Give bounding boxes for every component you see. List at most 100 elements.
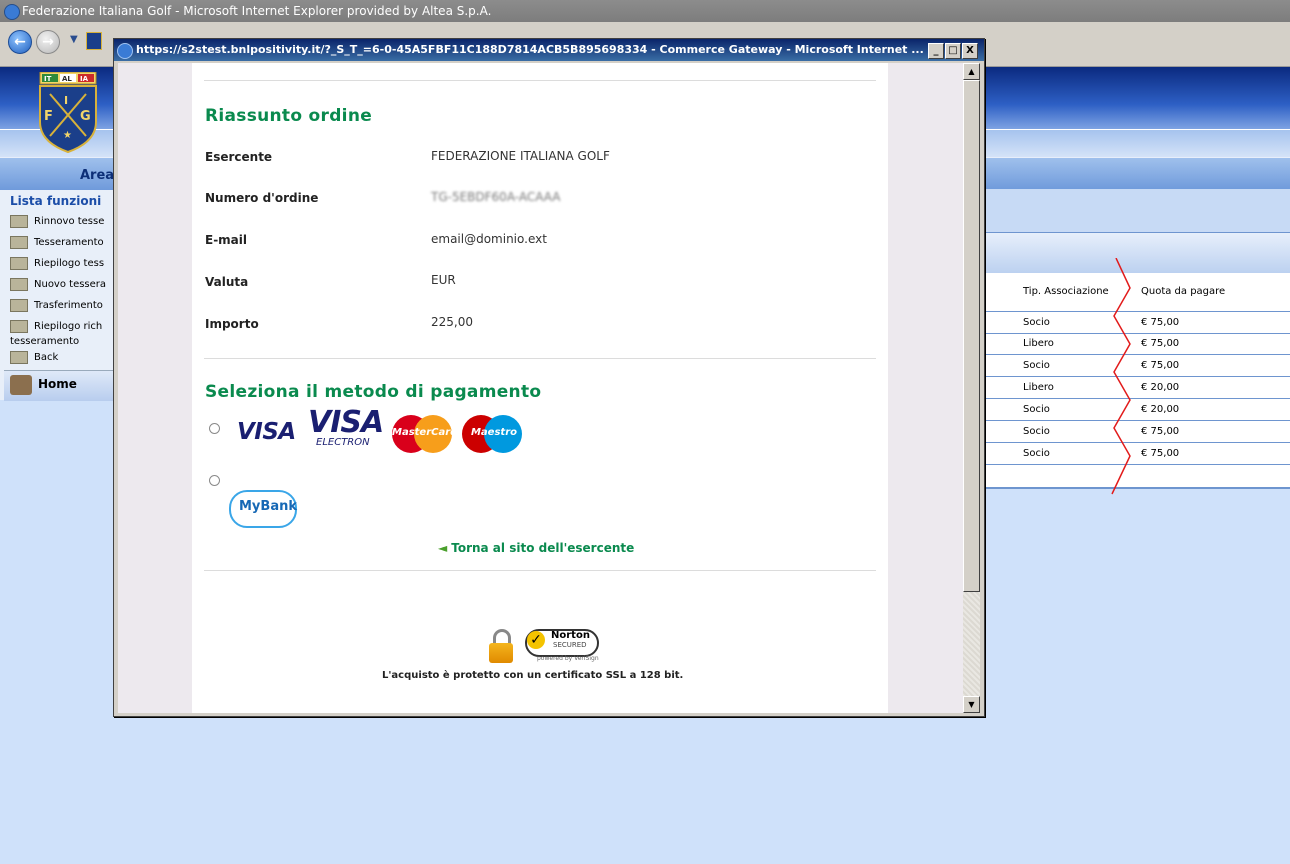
cell-type: Socio (1023, 448, 1050, 459)
order-number-value: TG-5EBDF60A-ACAAA (431, 190, 561, 204)
browser-titlebar: Federazione Italiana Golf - Microsoft In… (0, 0, 1290, 22)
document-icon (10, 214, 28, 228)
home-label: Home (38, 377, 77, 391)
sidebar-item-label: Back (34, 352, 59, 363)
cell-amount: € 20,00 (1141, 382, 1180, 393)
sidebar-item-riepilogo-rich[interactable]: Riepilogo rich (10, 319, 102, 335)
card-payment-radio[interactable] (209, 423, 220, 434)
sidebar-item-label-cont: tesseramento (10, 336, 80, 347)
email-value: email@dominio.ext (431, 232, 547, 246)
divider (204, 358, 876, 359)
visa-logo: VISA (237, 419, 296, 445)
home-icon (10, 375, 32, 395)
scroll-down-button[interactable]: ▼ (963, 696, 980, 713)
sidebar-item-riepilogo[interactable]: Riepilogo tess (10, 256, 104, 272)
maestro-logo: Maestro (462, 415, 526, 455)
sidebar-item-label: Rinnovo tesse (34, 216, 105, 227)
back-to-merchant-link[interactable]: ◄ Torna al sito dell'esercente (438, 541, 634, 555)
favicon-icon (86, 32, 102, 50)
norton-secured: SECURED (553, 641, 587, 649)
document-icon (10, 277, 28, 291)
document-icon (10, 298, 28, 312)
column-header: Tip. Associazione (1023, 286, 1109, 297)
back-button[interactable]: ← (8, 30, 32, 54)
logo-letter-f: F (44, 109, 53, 124)
scroll-up-button[interactable]: ▲ (963, 63, 980, 80)
arrow-left-icon: ← (14, 34, 26, 50)
document-icon (10, 350, 28, 364)
logo-letter-i: I (64, 94, 68, 107)
svg-text:★: ★ (63, 130, 72, 141)
arrow-left-icon: ◄ (438, 541, 448, 555)
cell-amount: € 75,00 (1141, 338, 1180, 349)
norton-powered: powered by VeriSign (537, 655, 599, 662)
mybank-payment-radio[interactable] (209, 475, 220, 486)
maximize-button[interactable]: □ (945, 43, 961, 59)
tear-line (1111, 258, 1131, 495)
close-button[interactable]: X (962, 43, 978, 59)
payment-popup-window: https://s2stest.bnlpositivity.it/?_S_T_=… (113, 38, 985, 717)
cell-amount: € 75,00 (1141, 317, 1180, 328)
vertical-scrollbar[interactable]: ▲ ▼ (963, 63, 980, 713)
sidebar-item-label: Riepilogo tess (34, 258, 105, 269)
sidebar-item-tesseramento[interactable]: Tesseramento (10, 235, 104, 251)
sidebar-item-home[interactable]: Home (4, 370, 114, 401)
document-icon (10, 256, 28, 270)
divider (204, 80, 876, 81)
checkout-panel: Riassunto ordine Esercente FEDERAZIONE I… (192, 63, 888, 713)
popup-content: Riassunto ordine Esercente FEDERAZIONE I… (118, 63, 963, 713)
order-number-label: Numero d'ordine (205, 191, 319, 205)
history-dropdown-icon[interactable]: ▼ (70, 34, 78, 45)
sidebar-item-nuovo[interactable]: Nuovo tessera (10, 277, 106, 293)
currency-value: EUR (431, 273, 456, 287)
sidebar-item-label: Riepilogo rich (34, 321, 103, 332)
mybank-text: MyBank (239, 499, 297, 514)
minimize-button[interactable]: _ (928, 43, 944, 59)
ie-icon (4, 4, 20, 20)
checkmark-icon: ✓ (527, 631, 545, 649)
cell-type: Libero (1023, 338, 1054, 349)
document-icon (10, 235, 28, 249)
amount-value: 225,00 (431, 315, 473, 329)
norton-brand: Norton (551, 630, 590, 641)
sidebar-item-trasferimento[interactable]: Trasferimento (10, 298, 103, 314)
sidebar-item-label: Trasferimento (34, 300, 103, 311)
sidebar-item-back[interactable]: Back (10, 350, 58, 366)
amount-label: Importo (205, 317, 259, 331)
cell-amount: € 20,00 (1141, 404, 1180, 415)
logo-letters-it: IT (44, 75, 52, 83)
sidebar-item-label: Tesseramento (34, 237, 104, 248)
sidebar-item-rinnovo[interactable]: Rinnovo tesse (10, 214, 104, 230)
cell-type: Libero (1023, 382, 1054, 393)
currency-label: Valuta (205, 275, 249, 289)
browser-title: Federazione Italiana Golf - Microsoft In… (22, 4, 492, 18)
norton-secured-seal[interactable]: ✓ Norton SECURED powered by VeriSign (525, 629, 603, 665)
cell-amount: € 75,00 (1141, 426, 1180, 437)
cell-type: Socio (1023, 426, 1050, 437)
cell-amount: € 75,00 (1141, 360, 1180, 371)
arrow-right-icon: → (42, 34, 54, 50)
forward-button[interactable]: → (36, 30, 60, 54)
back-to-merchant-label: Torna al sito dell'esercente (451, 541, 635, 555)
logo-letters-al: AL (62, 75, 72, 83)
sidebar: Lista funzioni Rinnovo tesse Tesserament… (0, 190, 114, 401)
sidebar-item-label: Nuovo tessera (34, 279, 107, 290)
mastercard-logo: MasterCard (392, 415, 458, 455)
cell-type: Socio (1023, 317, 1050, 328)
ie-icon (117, 43, 133, 59)
document-icon (10, 319, 28, 333)
visa-electron-visa-text: VISA (308, 405, 384, 440)
visa-electron-text: ELECTRON (316, 437, 370, 448)
cell-type: Socio (1023, 360, 1050, 371)
fig-logo: IT AL IA F I G ★ (39, 72, 97, 154)
merchant-label: Esercente (205, 150, 273, 164)
popup-titlebar: https://s2stest.bnlpositivity.it/?_S_T_=… (114, 39, 984, 61)
padlock-icon (489, 629, 513, 663)
scroll-thumb[interactable] (963, 80, 980, 592)
merchant-value: FEDERAZIONE ITALIANA GOLF (431, 149, 610, 163)
email-label: E-mail (205, 233, 248, 247)
cell-amount: € 75,00 (1141, 448, 1180, 459)
mastercard-text: MasterCard (392, 427, 458, 438)
mybank-logo: MyBank (229, 490, 297, 528)
payment-method-title: Seleziona il metodo di pagamento (205, 382, 542, 402)
